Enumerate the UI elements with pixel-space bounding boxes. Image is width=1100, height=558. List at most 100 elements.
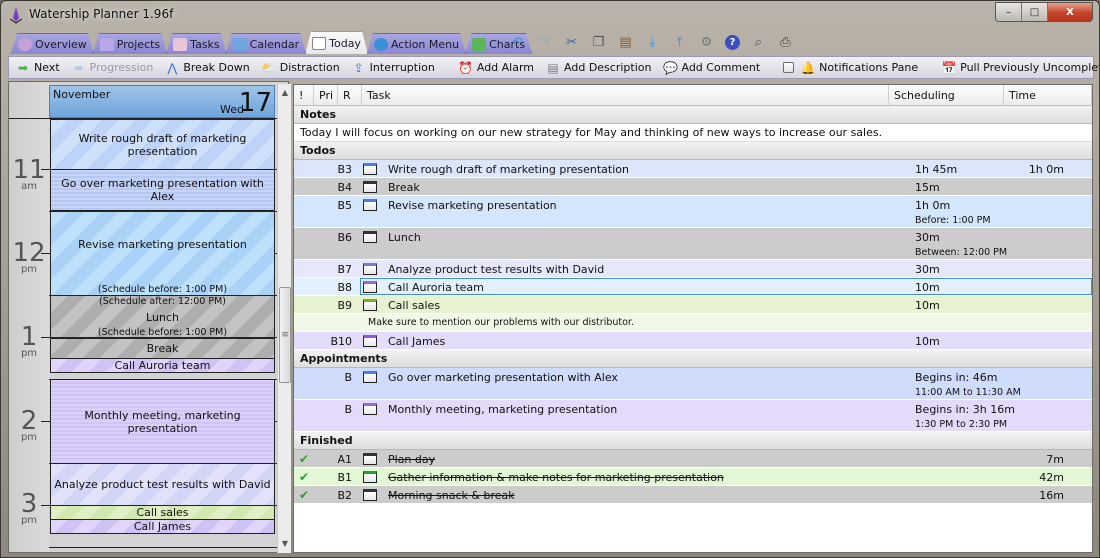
tab-calendar[interactable]: Calendar [226, 33, 306, 54]
calendar-event[interactable]: Call Auroria team [50, 358, 275, 373]
recurrence-cell [358, 228, 382, 259]
calendar-event[interactable]: Go over marketing presentation with Alex [50, 169, 275, 211]
task-row[interactable]: ✔ A1 Plan day 7m [294, 450, 1092, 468]
calendar-event[interactable]: Write rough draft of marketing presentat… [50, 119, 275, 170]
scheduling-cell: 10m [909, 296, 1024, 313]
column-header-task[interactable]: Task [362, 85, 889, 105]
task-row[interactable]: B7 Analyze product test results with Davi… [294, 260, 1092, 278]
undo-icon[interactable]: ↶ [509, 34, 526, 51]
section-todos: Todos [294, 142, 1092, 160]
task-name[interactable]: Analyze product test results with David [382, 260, 909, 277]
next-button[interactable]: ➡ Next [15, 61, 60, 75]
print-icon[interactable]: ⎙ [777, 34, 794, 51]
scrollbar-thumb[interactable]: ≡ [279, 287, 291, 383]
scroll-down-arrow-icon[interactable]: ▼ [278, 537, 292, 551]
add-alarm-button[interactable]: ⏰ Add Alarm [458, 61, 534, 75]
calendar-event[interactable]: Monthly meeting, marketing presentation [50, 379, 275, 464]
task-name[interactable]: Morning snack & break [382, 486, 909, 503]
task-name[interactable]: Gather information & make notes for mark… [382, 468, 909, 485]
task-name[interactable]: Write rough draft of marketing presentat… [382, 160, 909, 177]
task-name[interactable]: Revise marketing presentation [382, 196, 909, 227]
task-row[interactable]: B Go over marketing presentation with Ale… [294, 368, 1092, 400]
column-header-scheduling[interactable]: Scheduling [889, 85, 1004, 105]
help-icon[interactable]: ? [725, 35, 740, 50]
add-comment-button[interactable]: 💬 Add Comment [662, 61, 760, 75]
print-preview-icon[interactable]: ⌕ [750, 34, 767, 51]
checkmark-icon[interactable]: ✔ [299, 471, 309, 485]
column-header-priority[interactable]: Pri [314, 85, 338, 105]
todos-list: B3 Write rough draft of marketing present… [294, 160, 1092, 350]
notifications-pane-toggle[interactable]: 🔔 Notifications Pane [783, 61, 918, 75]
minimize-button[interactable]: – [996, 3, 1022, 21]
tab-overview[interactable]: Overview [11, 33, 94, 54]
task-row[interactable]: B8 Call Auroria team 10m [294, 278, 1092, 296]
redo-icon[interactable]: ↷ [536, 34, 553, 51]
checkmark-icon[interactable]: ✔ [299, 489, 309, 503]
task-name[interactable]: Call Auroria team [382, 278, 909, 295]
priority-cell: B9 [337, 299, 352, 312]
interruption-button[interactable]: ⇪ Interruption [351, 61, 435, 75]
task-name[interactable]: Monthly meeting, marketing presentation [382, 400, 909, 431]
tab-projects[interactable]: Projects [93, 33, 167, 54]
time-cell [1024, 178, 1092, 195]
calendar-event[interactable]: (Schedule after: 12:00 PM) Lunch (Schedule… [50, 295, 275, 339]
export-icon[interactable]: ⤒ [671, 34, 688, 51]
notes-text[interactable]: Today I will focus on working on our new… [294, 124, 1092, 142]
cut-icon[interactable]: ✂ [563, 34, 580, 51]
settings-gear-icon[interactable]: ⚙ [698, 34, 715, 51]
calendar-event[interactable]: Call James [50, 519, 275, 534]
distraction-button[interactable]: ⛅ Distraction [261, 61, 339, 75]
section-appointments: Appointments [294, 350, 1092, 368]
task-row[interactable]: B9 Call sales 10m [294, 296, 1092, 314]
task-name[interactable]: Plan day [382, 450, 909, 467]
time-cell [1024, 332, 1092, 349]
close-button[interactable]: X [1048, 3, 1092, 21]
add-description-button[interactable]: ▤ Add Description [545, 61, 651, 75]
task-name[interactable]: Go over marketing presentation with Alex [382, 368, 909, 399]
task-row[interactable]: B10 Call James 10m [294, 332, 1092, 350]
pull-uncompleted-button[interactable]: 📅Pull Previously Uncompleted Tasks [941, 61, 1099, 75]
task-row[interactable]: B6 Lunch30mBetween: 12:00 PM a... [294, 228, 1092, 269]
import-icon[interactable]: ⤓ [644, 34, 661, 51]
calendar-event[interactable]: Call sales [50, 505, 275, 520]
task-row[interactable]: B4 Break 15m [294, 178, 1092, 196]
task-name[interactable]: Lunch [382, 228, 909, 259]
tab-action-menu[interactable]: Action Menu [367, 33, 466, 54]
tab-tasks[interactable]: Tasks [166, 33, 226, 54]
scheduling-cell: Begins in: 3h 16m 1:30 PM to 2:30 PM [909, 400, 1024, 431]
hour-label: 12 pm [12, 238, 46, 275]
app-logo-icon [9, 7, 23, 24]
flag-cell [294, 332, 314, 349]
scheduling-cell: 1h 0m Before: 1:00 PM [909, 196, 1024, 227]
task-color-icon [363, 335, 377, 347]
task-name[interactable]: Call sales [382, 296, 909, 313]
maximize-button[interactable]: □ [1022, 3, 1048, 21]
progression-button[interactable]: ➠ Progression [71, 61, 154, 75]
column-header-flag[interactable]: ! [294, 85, 314, 105]
calendar-event[interactable]: Revise marketing presentation (Schedule b… [50, 211, 275, 296]
calendar-event[interactable]: Analyze product test results with David [50, 463, 275, 506]
task-row[interactable]: B3 Write rough draft of marketing present… [294, 160, 1092, 178]
notifications-checkbox[interactable] [783, 62, 795, 73]
hour-label: 1 pm [20, 322, 38, 359]
task-memo[interactable]: Make sure to mention our problems with o… [294, 314, 1092, 332]
ship-wheel-icon [18, 38, 32, 51]
column-header-time[interactable]: Time [1004, 85, 1092, 105]
task-row[interactable]: ✔ B2 Morning snack & break 16m [294, 486, 1092, 504]
recurrence-cell [358, 260, 382, 277]
task-name[interactable]: Break [382, 178, 909, 195]
checkmark-icon[interactable]: ✔ [299, 453, 309, 467]
calendar-scrollbar[interactable]: ▲ ≡ ▼ [277, 84, 291, 553]
copy-icon[interactable]: ❐ [590, 34, 607, 51]
paste-icon[interactable]: ▤ [617, 34, 634, 51]
task-name[interactable]: Call James [382, 332, 909, 349]
flag-cell: ✔ [294, 468, 314, 485]
task-row[interactable]: B5 Revise marketing presentation 1h 0m Befo… [294, 196, 1092, 228]
calendar-event[interactable]: Break [50, 338, 275, 359]
scroll-up-arrow-icon[interactable]: ▲ [278, 86, 292, 100]
tab-today[interactable]: Today [305, 31, 368, 54]
column-header-r[interactable]: R [338, 85, 362, 105]
break-down-button[interactable]: ⋀ Break Down [164, 61, 249, 75]
task-row[interactable]: B Monthly meeting, marketing presentation… [294, 400, 1092, 432]
task-row[interactable]: ✔ B1 Gather information & make notes for m… [294, 468, 1092, 486]
